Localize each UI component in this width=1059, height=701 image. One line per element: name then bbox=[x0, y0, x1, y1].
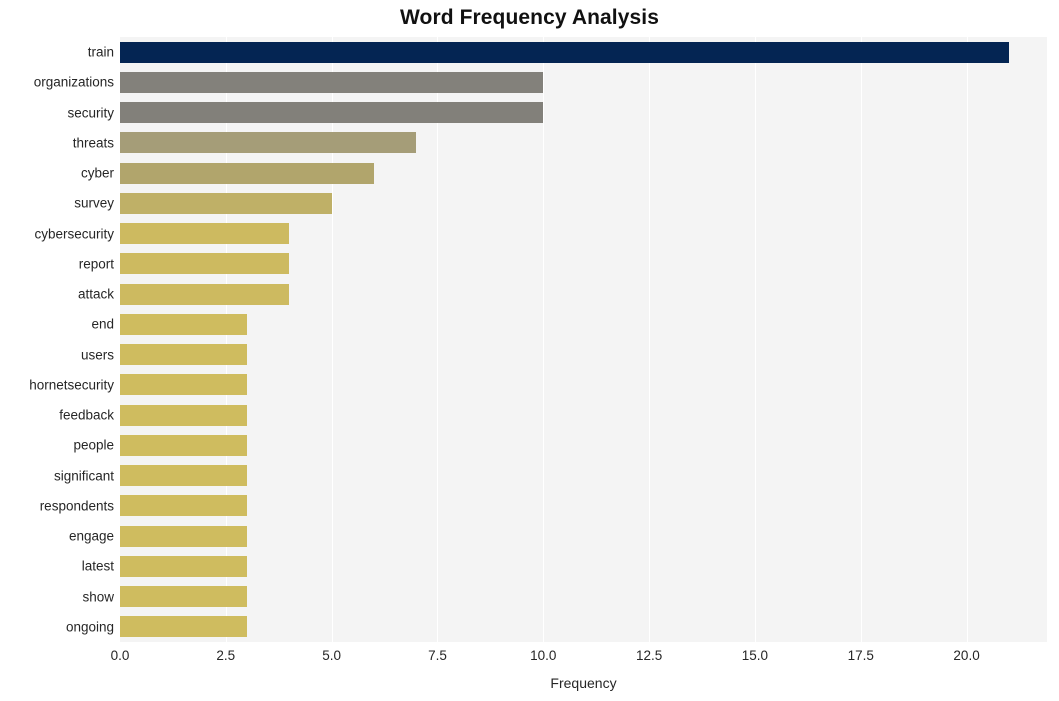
y-tick-label-latest: latest bbox=[81, 558, 114, 574]
y-tick-label-users: users bbox=[80, 346, 114, 362]
y-axis-tick-labels: train organizations security threats cyber su… bbox=[0, 37, 114, 642]
y-tick-label-hornetsecurity: hornetsecurity bbox=[29, 377, 114, 393]
x-tick-label-15.0: 15.0 bbox=[741, 648, 769, 663]
bar-ongoing[interactable] bbox=[120, 616, 247, 638]
bar-attack[interactable] bbox=[120, 283, 290, 305]
bar-row bbox=[120, 67, 1047, 97]
x-tick-label-7.5: 7.5 bbox=[428, 648, 447, 663]
x-tick-label-0.0: 0.0 bbox=[110, 648, 130, 663]
bar-row bbox=[120, 612, 1047, 642]
bar-significant[interactable] bbox=[120, 465, 247, 487]
bar-feedback[interactable] bbox=[120, 404, 247, 426]
y-tick-label-cyber: cyber bbox=[80, 165, 114, 181]
bar-row bbox=[120, 430, 1047, 460]
bar-engage[interactable] bbox=[120, 525, 247, 547]
x-tick-label-20.0: 20.0 bbox=[953, 648, 980, 663]
bar-row bbox=[120, 400, 1047, 430]
y-tick-label-show: show bbox=[82, 588, 114, 604]
bar-security[interactable] bbox=[120, 102, 544, 124]
bar-row bbox=[120, 309, 1047, 339]
x-tick-label-12.5: 12.5 bbox=[635, 648, 663, 663]
bar-row bbox=[120, 249, 1047, 279]
y-tick-label-attack: attack bbox=[77, 286, 114, 302]
bar-row bbox=[120, 461, 1047, 491]
bar-row bbox=[120, 491, 1047, 521]
y-tick-label-people: people bbox=[73, 437, 114, 453]
y-tick-label-cybersecurity: cybersecurity bbox=[34, 225, 114, 241]
y-tick-label-significant: significant bbox=[53, 467, 114, 483]
bar-row bbox=[120, 188, 1047, 218]
bar-threats[interactable] bbox=[120, 132, 417, 154]
bar-row bbox=[120, 551, 1047, 581]
y-tick-label-train: train bbox=[87, 44, 114, 60]
y-tick-label-ongoing: ongoing bbox=[65, 619, 114, 635]
bar-row bbox=[120, 37, 1047, 67]
bar-respondents[interactable] bbox=[120, 495, 247, 517]
y-tick-label-survey: survey bbox=[74, 195, 114, 211]
x-axis-tick-labels: 0.0 2.5 5.0 7.5 10.0 12.5 15.0 17.5 20.0 bbox=[0, 648, 1059, 668]
bar-train[interactable] bbox=[120, 41, 1009, 63]
bars-container bbox=[120, 37, 1047, 642]
y-tick-label-respondents: respondents bbox=[39, 498, 114, 514]
bar-row bbox=[120, 521, 1047, 551]
x-axis-label: Frequency bbox=[550, 675, 617, 691]
bar-report[interactable] bbox=[120, 253, 290, 275]
bar-row bbox=[120, 370, 1047, 400]
bar-people[interactable] bbox=[120, 434, 247, 456]
y-tick-label-end: end bbox=[91, 316, 114, 332]
bar-row bbox=[120, 582, 1047, 612]
y-tick-label-feedback: feedback bbox=[59, 407, 114, 423]
x-tick-label-17.5: 17.5 bbox=[847, 648, 874, 663]
bar-organizations[interactable] bbox=[120, 71, 544, 93]
bar-latest[interactable] bbox=[120, 555, 247, 577]
bar-row bbox=[120, 98, 1047, 128]
x-tick-label-5.0: 5.0 bbox=[322, 648, 342, 663]
bar-users[interactable] bbox=[120, 344, 247, 366]
bar-row bbox=[120, 158, 1047, 188]
bar-row bbox=[120, 279, 1047, 309]
y-tick-label-organizations: organizations bbox=[33, 74, 114, 90]
y-tick-label-threats: threats bbox=[72, 135, 114, 151]
chart-title: Word Frequency Analysis bbox=[399, 6, 660, 29]
bar-hornetsecurity[interactable] bbox=[120, 374, 247, 396]
x-tick-label-2.5: 2.5 bbox=[216, 648, 236, 663]
bar-row bbox=[120, 128, 1047, 158]
bar-show[interactable] bbox=[120, 586, 247, 608]
bar-end[interactable] bbox=[120, 313, 247, 335]
bar-survey[interactable] bbox=[120, 192, 332, 214]
y-tick-label-security: security bbox=[67, 104, 114, 120]
y-tick-label-report: report bbox=[78, 256, 114, 272]
bar-row bbox=[120, 219, 1047, 249]
x-tick-label-10.0: 10.0 bbox=[530, 648, 557, 663]
bar-cyber[interactable] bbox=[120, 162, 374, 184]
bar-row bbox=[120, 340, 1047, 370]
chart-figure: Word Frequency Analysis train organizatio… bbox=[0, 0, 1059, 701]
y-tick-label-engage: engage bbox=[68, 528, 114, 544]
bar-cybersecurity[interactable] bbox=[120, 223, 290, 245]
